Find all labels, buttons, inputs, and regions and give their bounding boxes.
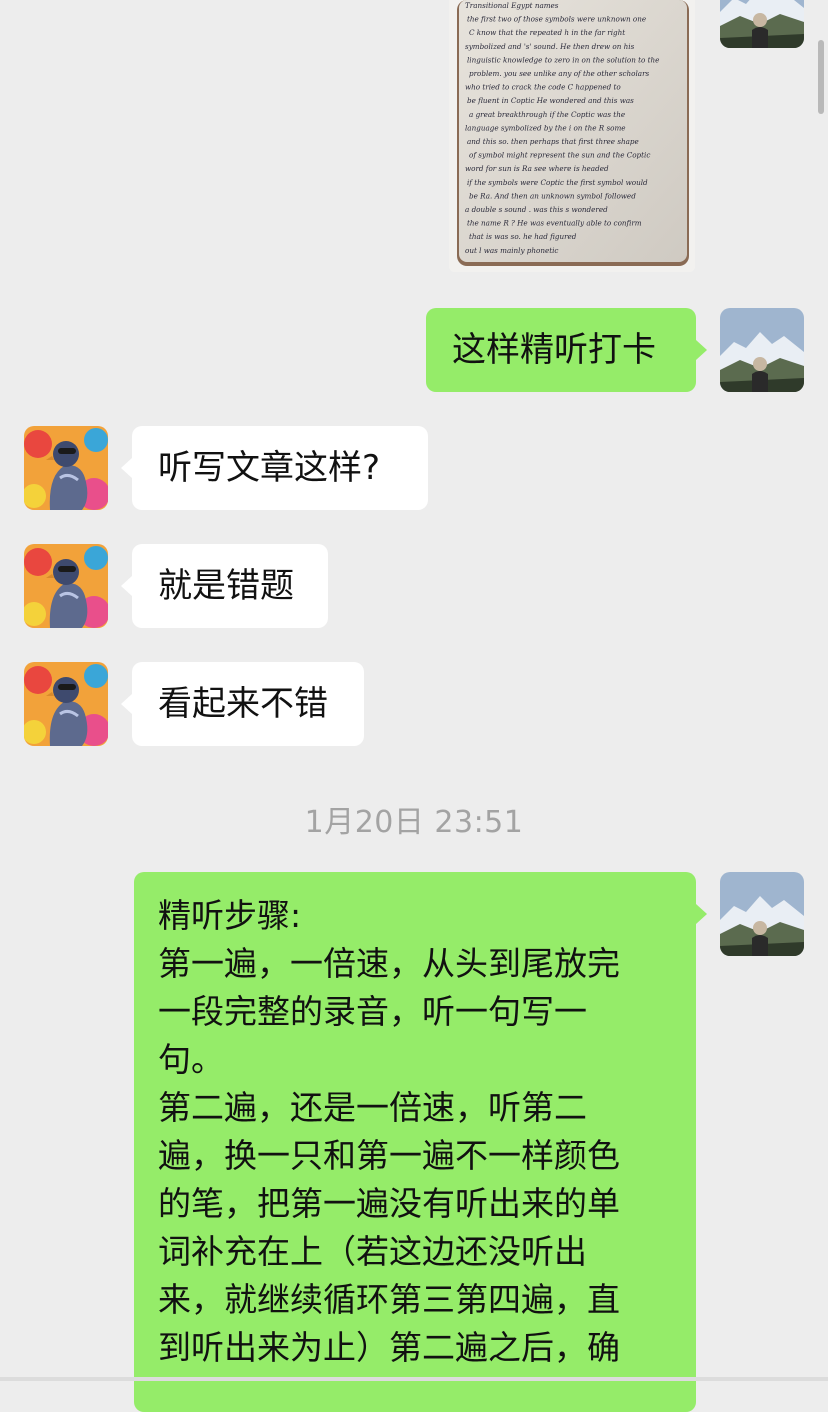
- photo-note-line: a great breakthrough if the Coptic was t…: [469, 110, 625, 119]
- incoming-message-bubble[interactable]: 看起来不错: [132, 662, 364, 746]
- photo-note-line: be Ra. And then an unknown symbol follow…: [469, 191, 636, 200]
- message-line: 句。: [158, 1040, 224, 1079]
- mountain-landscape-avatar-icon: [720, 0, 804, 48]
- photo-note-line: who tried to crack the code C happened t…: [465, 83, 621, 92]
- message-line: 一段完整的录音，听一句写一: [158, 992, 587, 1031]
- message-text: 就是错题: [158, 566, 294, 606]
- message-line: 精听步骤:: [158, 896, 302, 935]
- photo-note-line: symbolized and 's' sound. He then drew o…: [465, 42, 635, 51]
- bubble-tail: [696, 904, 707, 924]
- incoming-message-bubble[interactable]: 听写文章这样?: [132, 426, 428, 510]
- photo-note-line: and this so. then perhaps that first thr…: [467, 137, 639, 146]
- colorful-pigeon-avatar-icon: [24, 544, 108, 628]
- chat-timestamp: 1月20日 23:51: [304, 805, 524, 840]
- incoming-message-bubble[interactable]: 就是错题: [132, 544, 328, 628]
- mountain-landscape-avatar-icon: [720, 308, 804, 392]
- message-line: 第二遍，还是一倍速，听第二: [158, 1088, 587, 1127]
- photo-note-line: linguistic knowledge to zero in on the s…: [467, 55, 659, 64]
- message-line: 来，就继续循环第三第四遍，直: [158, 1280, 620, 1319]
- message-line: 遍，换一只和第一遍不一样颜色: [158, 1136, 620, 1175]
- photo-note-line: problem. you see unlike any of the other…: [469, 69, 650, 78]
- photo-message[interactable]: Transitional Egypt names the first two of…: [449, 0, 695, 272]
- bubble-tail: [121, 458, 132, 478]
- photo-note-line: if the symbols were Coptic the first sym…: [467, 178, 648, 187]
- message-text: 听写文章这样?: [158, 448, 381, 488]
- photo-note-line: the name R ? He was eventually able to c…: [467, 219, 642, 228]
- self-avatar[interactable]: [720, 872, 804, 956]
- long-outgoing-message-bubble[interactable]: 精听步骤: 第一遍，一倍速，从头到尾放完 一段完整的录音，听一句写一 句。 第二…: [134, 872, 696, 1412]
- colorful-pigeon-avatar-icon: [24, 426, 108, 510]
- photo-note-line: be fluent in Coptic He wondered and this…: [467, 96, 634, 105]
- bubble-tail: [121, 694, 132, 714]
- bottom-edge: [0, 1377, 828, 1381]
- friend-avatar[interactable]: [24, 544, 108, 628]
- handwritten-notes-photo: Transitional Egypt names the first two of…: [449, 0, 695, 272]
- message-line: 第一遍，一倍速，从头到尾放完: [158, 944, 620, 983]
- message-line: 词补充在上（若这边还没听出: [158, 1232, 587, 1271]
- photo-note-line: out l was mainly phonetic: [465, 246, 558, 255]
- message-text: 这样精听打卡: [452, 330, 656, 370]
- friend-avatar[interactable]: [24, 662, 108, 746]
- message-text: 看起来不错: [158, 684, 328, 724]
- photo-note-line: of symbol might represent the sun and th…: [469, 151, 650, 160]
- colorful-pigeon-avatar-icon: [24, 662, 108, 746]
- photo-note-line: the first two of those symbols were unkn…: [467, 15, 646, 24]
- photo-note-line: word for sun is Ra see where is headed: [465, 164, 609, 173]
- photo-note-line: Transitional Egypt names: [465, 1, 559, 10]
- photo-note-line: a double s sound . was this s wondered: [465, 205, 608, 214]
- friend-avatar[interactable]: [24, 426, 108, 510]
- mountain-landscape-avatar-icon: [720, 872, 804, 956]
- self-avatar[interactable]: [720, 308, 804, 392]
- bubble-tail: [696, 340, 707, 360]
- photo-note-line: language symbolized by the i on the R so…: [465, 123, 626, 132]
- bubble-tail: [121, 576, 132, 596]
- outgoing-message-bubble[interactable]: 这样精听打卡: [426, 308, 696, 392]
- photo-note-line: that is was so. he had figured: [469, 232, 577, 241]
- message-line: 的笔，把第一遍没有听出来的单: [158, 1184, 620, 1223]
- scrollbar[interactable]: [818, 40, 824, 114]
- self-avatar[interactable]: [720, 0, 804, 48]
- photo-note-line: C know that the repeated h in the far ri…: [469, 28, 625, 37]
- message-line: 到听出来为止）第二遍之后，确: [158, 1328, 620, 1367]
